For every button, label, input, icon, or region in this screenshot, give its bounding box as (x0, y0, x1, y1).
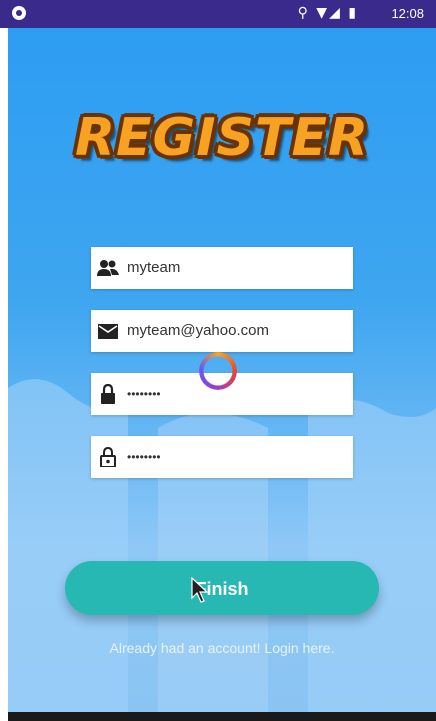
email-value: myteam@yahoo.com (127, 322, 269, 339)
confirm-password-field[interactable]: •••••••• (91, 436, 353, 478)
register-title: REGISTER (74, 108, 370, 168)
password-value: •••••••• (127, 387, 161, 401)
lock-icon (101, 384, 115, 404)
loading-spinner (199, 352, 237, 390)
finish-button[interactable]: Finish (65, 561, 379, 615)
status-time: 12:08 (391, 6, 424, 21)
username-value: myteam (127, 259, 181, 276)
username-field[interactable]: myteam (91, 247, 353, 289)
register-screen: REGISTER myteam myteam@yahoo.com •••••••… (8, 28, 436, 721)
mail-icon (98, 324, 118, 339)
status-icons: ⚲ ▼◢ ▮ (297, 5, 358, 21)
login-link[interactable]: Already had an account! Login here. (8, 640, 436, 656)
mouse-cursor-icon (191, 577, 209, 603)
lock-open-icon (100, 447, 116, 467)
confirm-password-value: •••••••• (127, 450, 161, 464)
status-bar: ⚲ ▼◢ ▮ 12:08 (0, 0, 436, 28)
email-field[interactable]: myteam@yahoo.com (91, 310, 353, 352)
people-icon (97, 260, 119, 276)
camera-icon (12, 6, 26, 20)
navigation-bar-edge (8, 712, 436, 721)
